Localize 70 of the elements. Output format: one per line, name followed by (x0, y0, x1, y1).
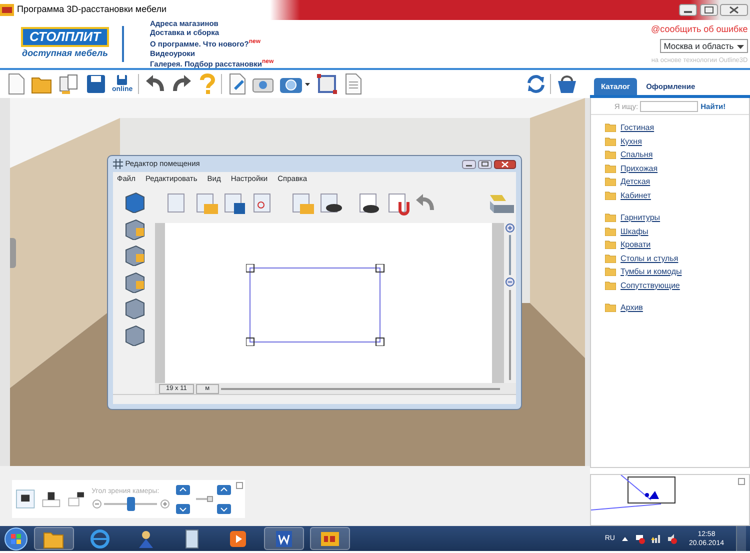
save-icon[interactable] (85, 73, 107, 95)
folder-icon (605, 213, 616, 222)
edit-document-icon[interactable] (226, 73, 247, 95)
side-panel-handle[interactable] (10, 238, 16, 268)
catalog-category-link[interactable]: Прихожая (620, 162, 658, 175)
maximize-icon[interactable] (700, 4, 718, 16)
folder-icon (605, 240, 616, 250)
start-button[interactable] (4, 526, 28, 550)
catalog-category-link[interactable]: Сопутствующие (620, 278, 680, 292)
plan-save-icon[interactable] (222, 192, 246, 216)
folder-icon (605, 150, 616, 160)
document-icon[interactable] (342, 73, 363, 95)
folder-icon (605, 226, 616, 236)
catalog-category-link[interactable]: Тумбы и комоды (620, 265, 682, 278)
slider-thumb[interactable] (126, 497, 135, 512)
browser-icon (89, 528, 111, 550)
grid-magnet-icon[interactable] (386, 192, 410, 216)
logo-tagline: доступная мебель (22, 47, 108, 60)
close-icon[interactable] (494, 160, 516, 168)
zoom-in-icon[interactable] (505, 223, 515, 234)
folder-icon (605, 123, 616, 132)
folder-icon (605, 254, 616, 263)
copy-documents-icon[interactable] (58, 73, 80, 95)
flag-icon[interactable] (634, 534, 645, 544)
vertical-scrollbar[interactable] (509, 290, 511, 380)
taskbar-app-button[interactable] (264, 527, 304, 550)
close-icon[interactable] (720, 4, 748, 16)
frame-icon[interactable] (316, 73, 338, 95)
window-title: Программа 3D-расстановки мебели (17, 3, 167, 16)
catalog-category-link[interactable]: Столы и стулья (620, 252, 678, 265)
folder-icon (605, 190, 616, 200)
slider-thumb[interactable] (206, 496, 213, 502)
new-document-icon[interactable] (6, 73, 26, 95)
catalog-category-link[interactable]: Спальня (620, 148, 653, 162)
region-dropdown[interactable]: Москва и область (660, 38, 748, 54)
catalog-category-link[interactable]: Кровати (620, 238, 651, 252)
catalog-category-link[interactable]: Гостиная (620, 121, 654, 134)
horizontal-scrollbar[interactable] (220, 388, 500, 390)
network-icon[interactable] (650, 534, 661, 544)
search-field[interactable] (640, 100, 698, 112)
collapse-icon[interactable] (738, 478, 745, 485)
room-outline-drawing[interactable] (246, 264, 386, 346)
basket-icon[interactable] (556, 73, 578, 95)
zoom-in-icon[interactable] (160, 499, 170, 510)
catalog-category-link[interactable]: Шкафы (620, 224, 648, 238)
zoom-out-icon[interactable] (92, 499, 102, 510)
catalog-category-link[interactable]: Детская (620, 175, 650, 188)
grid-icon (113, 159, 123, 169)
folder-icon (605, 267, 616, 276)
catalog-category-link[interactable]: Кухня (620, 134, 642, 148)
folder-icon (605, 136, 616, 146)
camera-view-icon[interactable] (16, 488, 35, 510)
minimize-icon[interactable] (679, 4, 698, 16)
app-icon (0, 4, 14, 16)
folder-icon (605, 164, 616, 173)
maximize-icon[interactable] (478, 160, 492, 168)
collapse-icon[interactable] (236, 482, 243, 489)
refresh-icon[interactable] (525, 73, 545, 95)
catalog-category-link[interactable]: Гарнитуры (620, 211, 660, 224)
tray-expand-icon[interactable] (620, 534, 629, 542)
report-error-link[interactable]: @сообщить об ошибке (650, 22, 748, 36)
folder-icon (605, 280, 616, 290)
speaker-icon[interactable] (666, 534, 677, 544)
folder-icon (605, 303, 616, 312)
catalog-category-link[interactable]: Архив (620, 301, 643, 314)
logo: СТОЛПЛИТ (21, 27, 109, 48)
zoom-out-icon[interactable] (505, 277, 515, 288)
folder-icon (605, 177, 616, 186)
minimize-icon[interactable] (462, 160, 476, 168)
catalog-category-link[interactable]: Кабинет (620, 188, 651, 202)
